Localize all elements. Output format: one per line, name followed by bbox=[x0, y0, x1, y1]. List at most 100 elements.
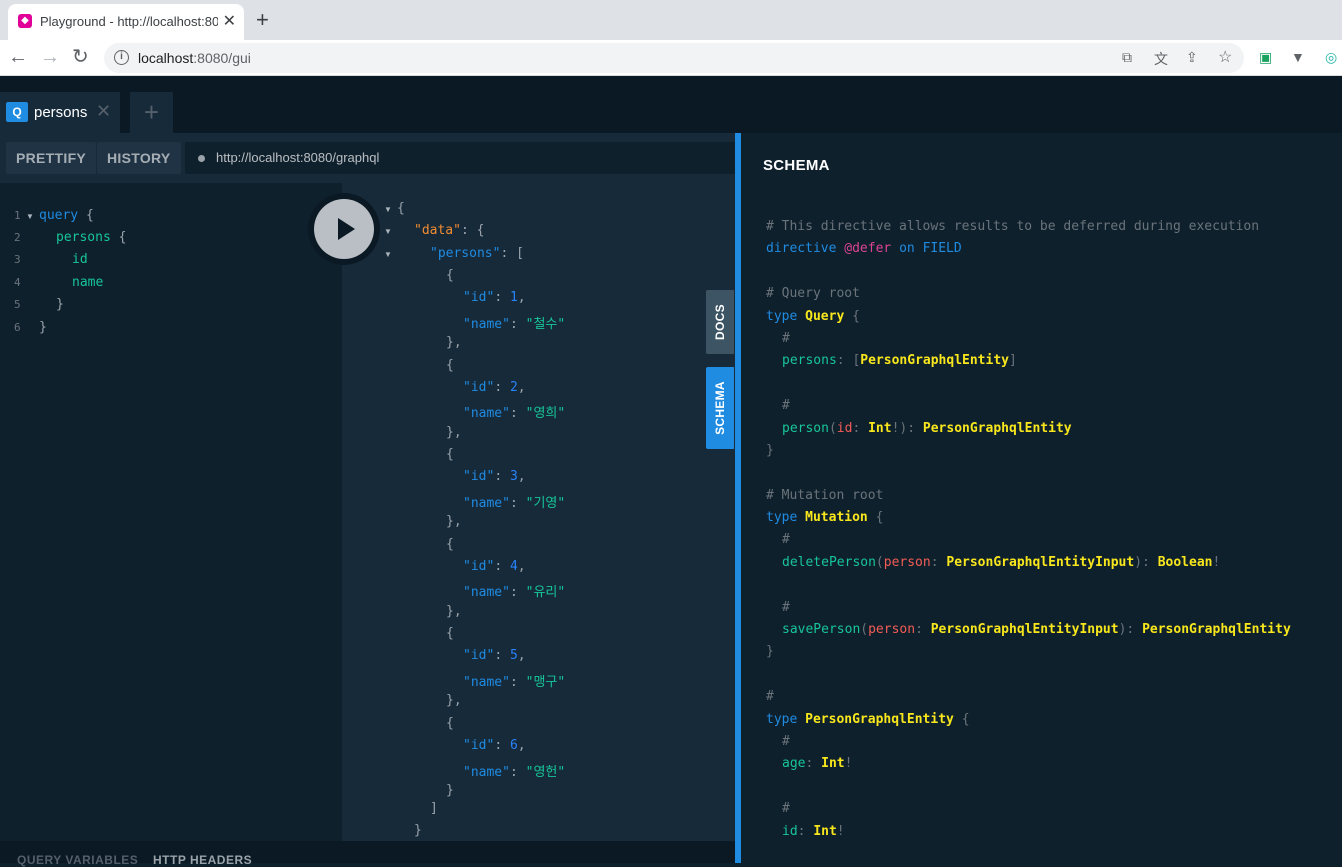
schema-comment: # Query root bbox=[766, 286, 860, 301]
query-field: name bbox=[72, 275, 104, 290]
graphql-favicon-icon: ◆ bbox=[18, 14, 32, 28]
result-object-open: { bbox=[446, 268, 454, 283]
result-viewer[interactable]: ▼ ▼ ▼ { "data": { "persons": [ { "id": 1,… bbox=[342, 183, 735, 841]
line-number: 3 bbox=[14, 253, 21, 266]
code-line: "persons": [ bbox=[430, 246, 524, 261]
extension-cast-icon[interactable]: ▣ bbox=[1259, 49, 1272, 65]
extension-circle-icon[interactable]: ◎ bbox=[1325, 49, 1337, 65]
schema-panel[interactable]: SCHEMA # This directive allows results t… bbox=[735, 133, 1342, 863]
line-number: 4 bbox=[14, 276, 21, 289]
result-name-line: "name": "맹구" bbox=[463, 675, 566, 690]
play-icon bbox=[338, 218, 355, 240]
forward-icon[interactable]: → bbox=[40, 45, 60, 69]
result-object-open: { bbox=[446, 358, 454, 373]
schema-line: deletePerson(person: PersonGraphqlEntity… bbox=[782, 555, 1221, 570]
new-tab-icon[interactable]: + bbox=[256, 8, 269, 32]
endpoint-url: http://localhost:8080/graphql bbox=[216, 150, 380, 165]
browser-navbar: ← → ↻ i localhost:8080/gui ⧉ 文 ⇪ ☆ ▣ ▼ ◎ bbox=[0, 40, 1342, 76]
share-icon[interactable]: ⇪ bbox=[1186, 49, 1198, 66]
line-number: 2 bbox=[14, 231, 21, 244]
schema-line: savePerson(person: PersonGraphqlEntityIn… bbox=[782, 622, 1291, 637]
code-line: ] bbox=[430, 801, 438, 816]
graphql-playground: Q persons ✕ + PRETTIFY HISTORY http://lo… bbox=[0, 76, 1342, 867]
schema-comment: # bbox=[782, 801, 790, 816]
address-bar[interactable]: i localhost:8080/gui ⧉ 文 ⇪ ☆ bbox=[104, 43, 1244, 73]
schema-tab-label: SCHEMA bbox=[713, 381, 727, 435]
browser-tab[interactable]: ◆ Playground - http://localhost:8080/gui… bbox=[8, 4, 244, 40]
line-number: 6 bbox=[14, 321, 21, 334]
fold-arrow-icon[interactable]: ▼ bbox=[384, 205, 392, 214]
query-tab[interactable]: Q persons ✕ bbox=[0, 92, 120, 133]
variables-bar: QUERY VARIABLES HTTP HEADERS bbox=[0, 841, 735, 867]
schema-line: directive @defer on FIELD bbox=[766, 241, 962, 256]
result-id-line: "id": 2, bbox=[463, 380, 526, 395]
result-id-line: "id": 3, bbox=[463, 469, 526, 484]
schema-comment: # bbox=[782, 600, 790, 615]
result-object-close: }, bbox=[446, 693, 462, 708]
fold-arrow-icon[interactable]: ▼ bbox=[384, 227, 392, 236]
schema-tab[interactable]: SCHEMA bbox=[706, 367, 734, 449]
code-line: "data": { bbox=[414, 223, 485, 238]
schema-comment: # Mutation root bbox=[766, 488, 884, 503]
code-line: query { bbox=[39, 208, 94, 223]
status-dot bbox=[198, 155, 205, 162]
result-object-open: { bbox=[446, 626, 454, 641]
extension-v-icon[interactable]: ▼ bbox=[1291, 49, 1305, 65]
back-icon[interactable]: ← bbox=[8, 45, 28, 69]
query-variables-tab[interactable]: QUERY VARIABLES bbox=[17, 853, 138, 867]
http-headers-tab[interactable]: HTTP HEADERS bbox=[153, 853, 252, 867]
result-name-line: "name": "기영" bbox=[463, 496, 566, 511]
info-icon[interactable]: i bbox=[114, 50, 129, 65]
bookmark-star-icon[interactable]: ☆ bbox=[1218, 47, 1232, 67]
persons-key: "persons" bbox=[430, 246, 501, 261]
result-id-line: "id": 1, bbox=[463, 290, 526, 305]
docs-tab[interactable]: DOCS bbox=[706, 290, 734, 354]
fold-arrow-icon[interactable]: ▼ bbox=[26, 212, 34, 221]
code-line: } bbox=[56, 297, 64, 312]
operation-keyword: query bbox=[39, 208, 79, 223]
schema-line: type Mutation { bbox=[766, 510, 884, 525]
result-object-open: { bbox=[446, 537, 454, 552]
schema-comment: # bbox=[782, 532, 790, 547]
code-line: persons { bbox=[56, 230, 127, 245]
reload-icon[interactable]: ↻ bbox=[72, 45, 89, 69]
schema-line: } bbox=[766, 443, 774, 458]
url-text[interactable]: localhost:8080/gui bbox=[138, 50, 251, 66]
fold-arrow-icon[interactable]: ▼ bbox=[384, 250, 392, 259]
open-external-icon[interactable]: ⧉ bbox=[1122, 49, 1132, 66]
translate-icon[interactable]: 文 bbox=[1154, 49, 1168, 69]
line-number: 5 bbox=[14, 298, 21, 311]
result-object-close: } bbox=[446, 783, 454, 798]
query-badge: Q bbox=[6, 102, 28, 122]
url-host: localhost bbox=[138, 50, 194, 66]
schema-comment: # bbox=[782, 734, 790, 749]
result-id-line: "id": 4, bbox=[463, 559, 526, 574]
code-line: { bbox=[397, 201, 405, 216]
schema-line: person(id: Int!): PersonGraphqlEntity bbox=[782, 421, 1072, 436]
code-line: } bbox=[39, 320, 47, 335]
result-object-open: { bbox=[446, 716, 454, 731]
code-line: } bbox=[414, 823, 422, 838]
add-tab-button[interactable]: + bbox=[130, 92, 173, 133]
data-key: "data" bbox=[414, 223, 461, 238]
result-name-line: "name": "철수" bbox=[463, 317, 566, 332]
close-tab-icon[interactable]: ✕ bbox=[96, 101, 111, 122]
execute-query-button[interactable] bbox=[308, 193, 380, 265]
result-id-line: "id": 6, bbox=[463, 738, 526, 753]
schema-line: } bbox=[766, 644, 774, 659]
endpoint-input[interactable]: http://localhost:8080/graphql bbox=[185, 142, 740, 174]
prettify-button[interactable]: PRETTIFY bbox=[6, 142, 97, 174]
schema-line: type PersonGraphqlEntity { bbox=[766, 712, 970, 727]
schema-title: SCHEMA bbox=[763, 157, 830, 174]
root-field: persons bbox=[56, 230, 111, 245]
schema-line: type Query { bbox=[766, 309, 860, 324]
schema-comment: # bbox=[782, 331, 790, 346]
history-button[interactable]: HISTORY bbox=[97, 142, 181, 174]
browser-tabstrip: ◆ Playground - http://localhost:8080/gui… bbox=[0, 0, 1342, 40]
editor-toolbar: PRETTIFY HISTORY http://localhost:8080/g… bbox=[0, 133, 740, 183]
query-editor[interactable]: 1 2 3 4 5 6 ▼ query { persons { id name … bbox=[0, 183, 342, 841]
close-icon[interactable]: ✕ bbox=[223, 11, 236, 31]
result-object-close: }, bbox=[446, 425, 462, 440]
query-field: id bbox=[72, 252, 88, 267]
docs-tab-label: DOCS bbox=[713, 304, 727, 340]
